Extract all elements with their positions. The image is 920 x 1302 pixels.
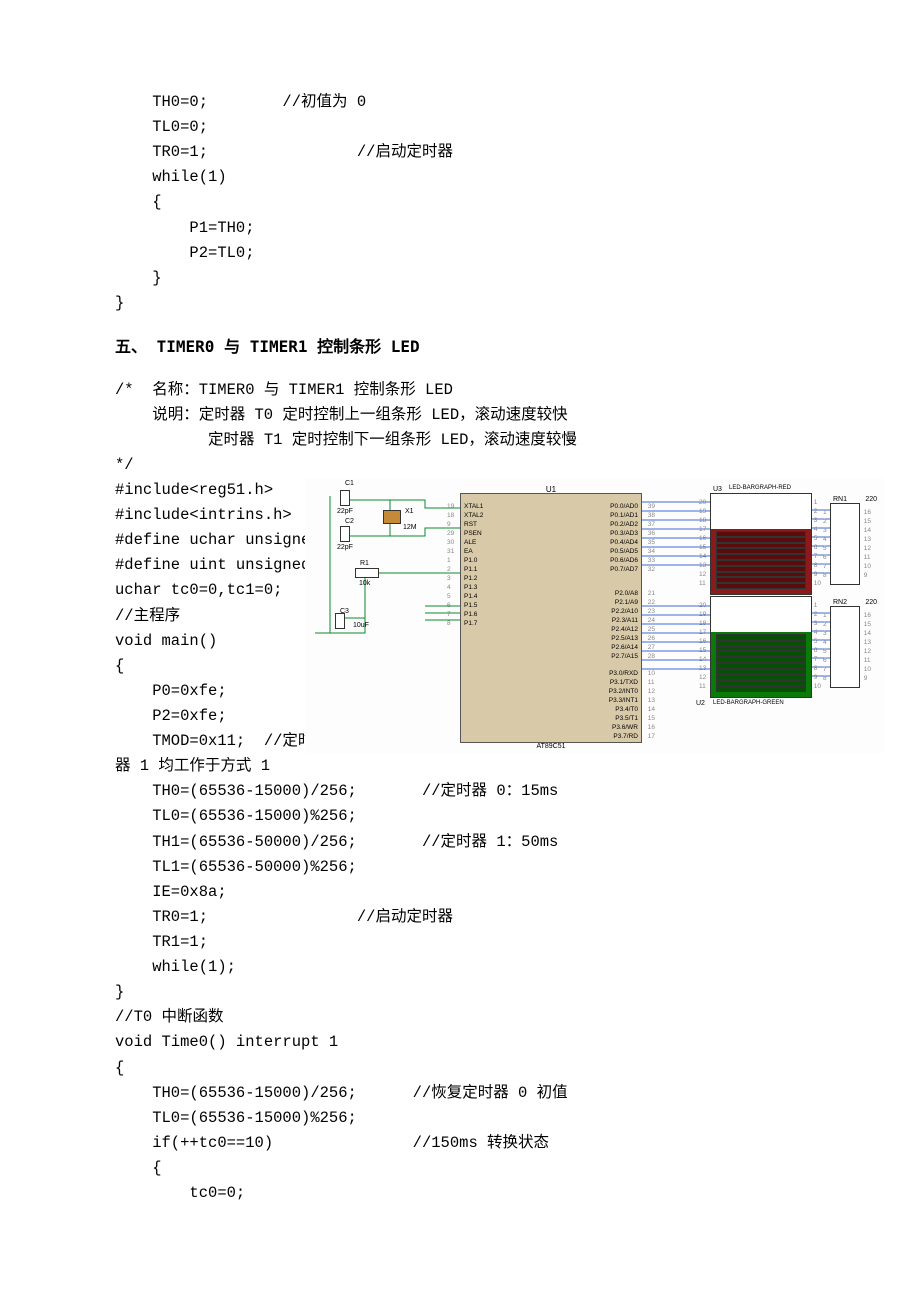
green-pins-right: 12345678910 [814,601,821,691]
code-block-header: /* 名称：TIMER0 与 TIMER1 控制条形 LED 说明：定时器 T0… [115,378,805,478]
red-pins-left: 20191817161514131211 [699,498,706,588]
rn1-pins-right: 161514131211109 [864,508,871,580]
section-heading: 五、 TIMER0 与 TIMER1 控制条形 LED [115,334,805,360]
green-pins-left: 20191817161514131211 [699,601,706,691]
resistor-network-rn1: RN1 220 12345678 161514131211109 [830,503,860,585]
u2-ref: U2 [696,698,705,709]
u2-name: LED-BARGRAPH-GREEN [713,699,784,709]
red-pins-right: 12345678910 [814,498,821,588]
circuit-schematic: U1 AT89C51 1918929303112345678 XTAL1XTAL… [305,478,885,753]
u3-name: LED-BARGRAPH-RED [729,484,791,494]
u3-ref: U3 [713,484,722,495]
rn1-ref: RN1 [833,494,847,505]
resistor-network-rn2: RN2 220 12345678 161514131211109 [830,606,860,688]
code-block-top: TH0=0; //初值为 0 TL0=0; TR0=1; //启动定时器 whi… [115,90,805,316]
rn2-pins-right: 161514131211109 [864,611,871,683]
rn1-val: 220 [865,494,877,505]
led-bargraph-red: U3 LED-BARGRAPH-RED 20191817161514131211… [710,493,812,595]
rn2-val: 220 [865,597,877,608]
led-bargraph-green: U2 LED-BARGRAPH-GREEN 201918171615141312… [710,596,812,698]
rn2-pins-left: 12345678 [823,611,827,683]
code-block-bottom: TH0=(65536-15000)/256; //定时器 0：15ms TL0=… [115,779,805,1206]
rn1-pins-left: 12345678 [823,508,827,580]
rn2-ref: RN2 [833,597,847,608]
